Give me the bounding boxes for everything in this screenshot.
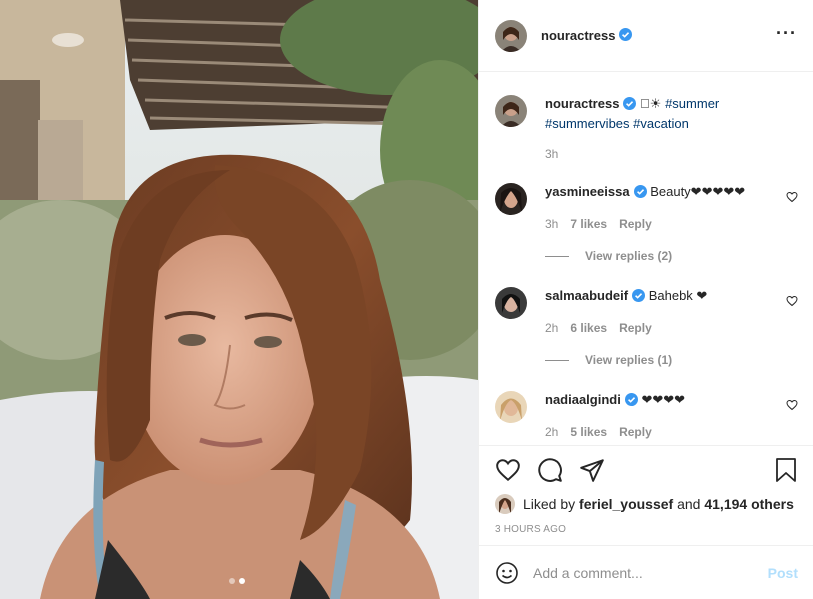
likes-others[interactable]: 41,194 others bbox=[704, 496, 794, 512]
bookmark-icon[interactable] bbox=[774, 457, 798, 483]
view-replies-line bbox=[545, 255, 569, 257]
hashtag-summervibes[interactable]: #summervibes bbox=[545, 116, 630, 131]
emoji-icon[interactable] bbox=[495, 561, 519, 585]
carousel-dot[interactable] bbox=[229, 578, 235, 584]
comment-like-heart-icon[interactable] bbox=[786, 191, 798, 206]
comment-item: nadiaalgindi ❤❤❤❤ 2h 5 likes Reply bbox=[495, 391, 798, 441]
comment-meta: 2h 5 likes Reply bbox=[545, 423, 798, 441]
carousel-dot-active[interactable] bbox=[239, 578, 245, 584]
reply-button[interactable]: Reply bbox=[619, 319, 652, 337]
comment-text: Beauty❤❤❤❤❤ bbox=[650, 184, 746, 199]
caption-text: 􏿽☀ bbox=[640, 96, 662, 111]
comment-likes[interactable]: 7 likes bbox=[570, 215, 607, 233]
caption-username[interactable]: nouractress bbox=[545, 96, 619, 111]
likes-middle: and bbox=[677, 496, 701, 512]
comment-meta: 2h 6 likes Reply bbox=[545, 319, 798, 337]
comment-likes[interactable]: 5 likes bbox=[570, 423, 607, 441]
comment-time[interactable]: 3h bbox=[545, 215, 558, 233]
post-photo[interactable] bbox=[0, 0, 478, 599]
liker-username[interactable]: feriel_youssef bbox=[579, 496, 673, 512]
comment-like-heart-icon[interactable] bbox=[786, 295, 798, 310]
comment-icon[interactable] bbox=[537, 457, 563, 483]
post-actions: Liked by feriel_youssef and 41,194 other… bbox=[479, 445, 813, 545]
selfie-illustration bbox=[0, 0, 478, 599]
post-header: nouractress ··· bbox=[479, 0, 813, 72]
author-username[interactable]: nouractress bbox=[541, 28, 615, 43]
comment-item: yasmineeissa Beauty❤❤❤❤❤ 3h 7 likes Repl… bbox=[495, 183, 798, 233]
caption: nouractress 􏿽☀ #summer #summervibes #vac… bbox=[495, 95, 798, 163]
reply-button[interactable]: Reply bbox=[619, 215, 652, 233]
reply-button[interactable]: Reply bbox=[619, 423, 652, 441]
caption-meta: 3h bbox=[545, 145, 798, 163]
action-icons bbox=[495, 446, 798, 494]
comment-username[interactable]: salmaabudeif bbox=[545, 288, 628, 303]
heart-icon[interactable] bbox=[495, 457, 521, 483]
paper-plane-icon[interactable] bbox=[579, 457, 605, 483]
comment-username[interactable]: nadiaalgindi bbox=[545, 392, 621, 407]
comment-time[interactable]: 2h bbox=[545, 319, 558, 337]
comment-item: salmaabudeif Bahebk ❤ 2h 6 likes Reply bbox=[495, 287, 798, 337]
add-comment-bar: Post bbox=[479, 545, 813, 599]
comment-username[interactable]: yasmineeissa bbox=[545, 184, 630, 199]
view-replies-line bbox=[545, 359, 569, 361]
verified-badge-icon bbox=[624, 393, 638, 411]
comment-like-heart-icon[interactable] bbox=[786, 399, 798, 414]
view-replies-label: View replies (1) bbox=[585, 353, 673, 367]
view-replies-button[interactable]: View replies (1) bbox=[545, 353, 672, 367]
verified-badge-icon bbox=[619, 27, 633, 44]
hashtag-summer[interactable]: #summer bbox=[665, 96, 719, 111]
hashtag-vacation[interactable]: #vacation bbox=[633, 116, 689, 131]
comment-input[interactable] bbox=[533, 564, 768, 581]
author-avatar[interactable] bbox=[495, 95, 527, 127]
commenter-avatar[interactable] bbox=[495, 183, 527, 215]
verified-badge-icon bbox=[632, 289, 646, 307]
post-button[interactable]: Post bbox=[768, 565, 798, 581]
view-replies-label: View replies (2) bbox=[585, 249, 673, 263]
more-options-icon[interactable]: ··· bbox=[776, 24, 797, 44]
comment-meta: 3h 7 likes Reply bbox=[545, 215, 798, 233]
commenter-avatar[interactable] bbox=[495, 391, 527, 423]
likes-summary: Liked by feriel_youssef and 41,194 other… bbox=[495, 494, 798, 514]
comment-time[interactable]: 2h bbox=[545, 423, 558, 441]
comment-text: ❤❤❤❤ bbox=[641, 392, 686, 407]
view-replies-button[interactable]: View replies (2) bbox=[545, 249, 672, 263]
post-timestamp[interactable]: 3 HOURS AGO bbox=[495, 524, 798, 535]
commenter-avatar[interactable] bbox=[495, 287, 527, 319]
post-details-panel: nouractress ··· nouractress 􏿽☀ #summer #… bbox=[478, 0, 813, 599]
liker-avatar[interactable] bbox=[495, 494, 515, 514]
verified-badge-icon bbox=[623, 97, 637, 115]
comments-list[interactable]: nouractress 􏿽☀ #summer #summervibes #vac… bbox=[479, 73, 813, 445]
verified-badge-icon bbox=[633, 185, 647, 203]
comment-text: Bahebk ❤ bbox=[648, 288, 708, 303]
author-avatar[interactable] bbox=[495, 19, 527, 52]
likes-prefix: Liked by bbox=[523, 496, 576, 512]
carousel-indicator bbox=[229, 578, 245, 584]
comment-likes[interactable]: 6 likes bbox=[570, 319, 607, 337]
caption-time[interactable]: 3h bbox=[545, 145, 558, 163]
